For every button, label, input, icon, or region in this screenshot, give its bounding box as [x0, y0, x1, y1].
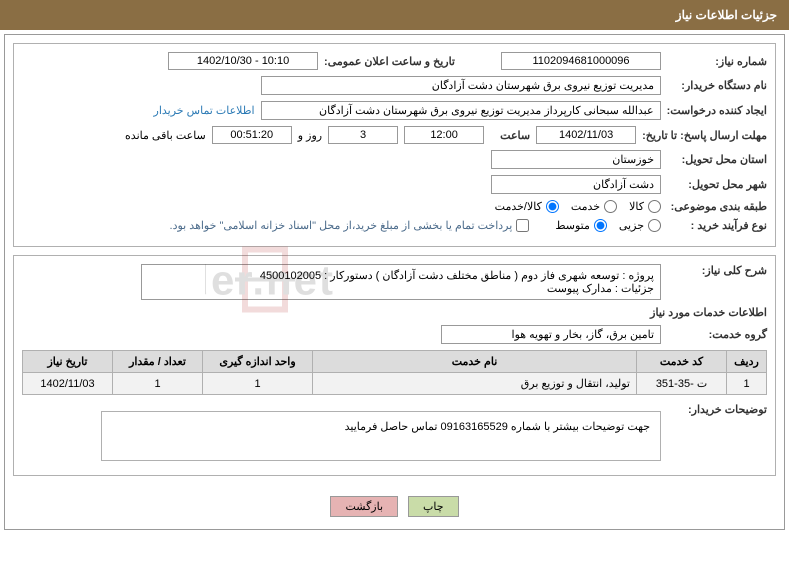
page-title: جزئیات اطلاعات نیاز — [0, 0, 789, 30]
requester-label: ایجاد کننده درخواست: — [667, 104, 767, 117]
td-name: تولید، انتقال و توزیع برق — [313, 373, 637, 395]
remaining-suffix: ساعت باقی مانده — [125, 129, 206, 142]
deadline-time: 12:00 — [404, 126, 484, 144]
services-table: ردیف کد خدمت نام خدمت واحد اندازه گیری ت… — [22, 350, 767, 395]
city-value: دشت آزادگان — [491, 175, 661, 194]
general-desc-value: پروژه : توسعه شهری فاز دوم ( مناطق مختلف… — [141, 264, 661, 300]
need-info-section: شماره نیاز: 1102094681000096 تاریخ و ساع… — [13, 43, 776, 247]
td-code: ت -35-351 — [637, 373, 727, 395]
radio-jozei-input[interactable] — [648, 219, 661, 232]
radio-kala-input[interactable] — [648, 200, 661, 213]
td-unit: 1 — [203, 373, 313, 395]
table-row: 1 ت -35-351 تولید، انتقال و توزیع برق 1 … — [23, 373, 767, 395]
payment-note: پرداخت تمام یا بخشی از مبلغ خرید،از محل … — [170, 219, 513, 232]
requester-value: عبدالله سبحانی کارپرداز مدیریت توزیع نیر… — [261, 101, 661, 120]
radio-kala[interactable]: کالا — [629, 200, 661, 213]
buyer-org-label: نام دستگاه خریدار: — [667, 79, 767, 92]
th-date: تاریخ نیاز — [23, 351, 113, 373]
service-group-label: گروه خدمت: — [667, 328, 767, 341]
deadline-label: مهلت ارسال پاسخ: تا تاریخ: — [642, 129, 767, 142]
time-label: ساعت — [490, 129, 530, 142]
province-value: خوزستان — [491, 150, 661, 169]
purchase-type-label: نوع فرآیند خرید : — [667, 219, 767, 232]
payment-checkbox[interactable] — [516, 219, 529, 232]
radio-jozei[interactable]: جزیی — [619, 219, 661, 232]
days-value: 3 — [328, 126, 398, 144]
description-section: شرح کلی نیاز: پروژه : توسعه شهری فاز دوم… — [13, 255, 776, 476]
days-suffix: روز و — [298, 129, 322, 142]
th-name: نام خدمت — [313, 351, 637, 373]
radio-khedmat[interactable]: خدمت — [571, 200, 617, 213]
category-label: طبقه بندی موضوعی: — [667, 200, 767, 213]
td-row: 1 — [727, 373, 767, 395]
radio-motavaset[interactable]: متوسط — [555, 219, 607, 232]
service-info-title: اطلاعات خدمات مورد نیاز — [22, 306, 767, 319]
service-group-value: تامین برق، گاز، بخار و تهویه هوا — [441, 325, 661, 344]
back-button[interactable]: بازگشت — [330, 496, 398, 517]
general-desc-label: شرح کلی نیاز: — [667, 264, 767, 277]
purchase-type-radios: جزیی متوسط — [555, 219, 661, 232]
announce-label: تاریخ و ساعت اعلان عمومی: — [324, 55, 455, 68]
remaining-time: 00:51:20 — [212, 126, 292, 144]
th-qty: تعداد / مقدار — [113, 351, 203, 373]
th-row: ردیف — [727, 351, 767, 373]
action-buttons: چاپ بازگشت — [5, 484, 784, 529]
radio-khedmat-input[interactable] — [604, 200, 617, 213]
payment-note-wrapper: پرداخت تمام یا بخشی از مبلغ خرید،از محل … — [170, 219, 530, 232]
radio-kalakhedmat-input[interactable] — [546, 200, 559, 213]
category-radios: کالا خدمت کالا/خدمت — [495, 200, 661, 213]
td-date: 1402/11/03 — [23, 373, 113, 395]
td-qty: 1 — [113, 373, 203, 395]
print-button[interactable]: چاپ — [408, 496, 459, 517]
radio-motavaset-input[interactable] — [594, 219, 607, 232]
buyer-org-value: مدیریت توزیع نیروی برق شهرستان دشت آزادگ… — [261, 76, 661, 95]
buyer-desc-value: جهت توضیحات بیشتر با شماره 09163165529 ت… — [101, 411, 661, 461]
main-container: شماره نیاز: 1102094681000096 تاریخ و ساع… — [4, 34, 785, 530]
th-code: کد خدمت — [637, 351, 727, 373]
contact-link[interactable]: اطلاعات تماس خریدار — [154, 104, 255, 117]
buyer-desc-label: توضیحات خریدار: — [667, 403, 767, 416]
announce-value: 1402/10/30 - 10:10 — [168, 52, 318, 70]
radio-kalakhedmat[interactable]: کالا/خدمت — [495, 200, 559, 213]
province-label: استان محل تحویل: — [667, 153, 767, 166]
deadline-date: 1402/11/03 — [536, 126, 636, 144]
th-unit: واحد اندازه گیری — [203, 351, 313, 373]
need-number-label: شماره نیاز: — [667, 55, 767, 68]
need-number-value: 1102094681000096 — [501, 52, 661, 70]
city-label: شهر محل تحویل: — [667, 178, 767, 191]
